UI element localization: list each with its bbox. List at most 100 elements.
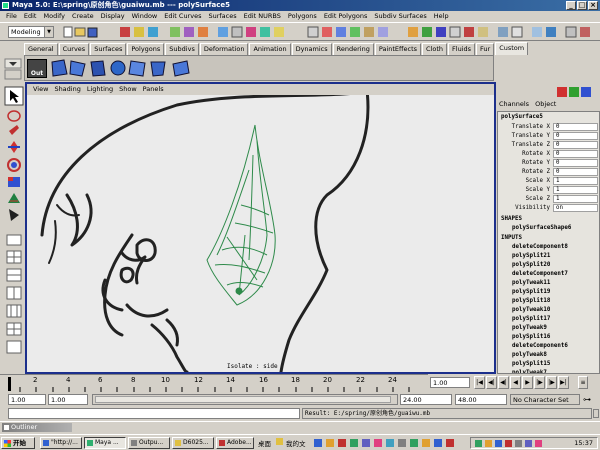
viewport-canvas[interactable] — [27, 95, 494, 372]
my-documents-label[interactable]: 我的文 — [286, 438, 306, 448]
play-forwards-button[interactable]: ▶ — [522, 376, 533, 389]
input-node[interactable]: polySplit20 — [512, 262, 550, 268]
taskbar-item-output[interactable]: Outpu... — [128, 437, 170, 449]
input-node[interactable]: polySplit18 — [512, 298, 550, 304]
channel-scale-x[interactable]: Scale X1 — [498, 177, 599, 186]
channel-scale-z[interactable]: Scale Z1 — [498, 195, 599, 204]
viewport-menu-panels[interactable]: Panels — [140, 84, 167, 95]
shelf-button-out[interactable]: Out — [27, 59, 47, 78]
menu-file[interactable]: File — [3, 11, 21, 22]
tab-custom[interactable]: Custom — [495, 42, 529, 55]
channel-box-toolbar-icons[interactable] — [497, 86, 600, 99]
channel-scale-y[interactable]: Scale Y1 — [498, 186, 599, 195]
playback-start-field[interactable]: 1.00 — [48, 394, 88, 405]
channel-translate-y[interactable]: Translate Y0 — [498, 132, 599, 141]
menu-edit-polygons[interactable]: Edit Polygons — [321, 11, 372, 22]
step-back-key-button[interactable]: ◀| — [486, 376, 497, 389]
tab-painteffects[interactable]: PaintEffects — [374, 43, 422, 55]
tab-curves[interactable]: Curves — [58, 43, 90, 55]
time-slider[interactable]: 2 4 6 8 10 12 14 16 18 20 22 24 — [0, 374, 428, 392]
menu-polygons[interactable]: Polygons — [285, 11, 321, 22]
menu-window[interactable]: Window — [129, 11, 162, 22]
viewport-menu-show[interactable]: Show — [116, 84, 140, 95]
menu-edit-nurbs[interactable]: Edit NURBS — [241, 11, 285, 22]
channel-visibility[interactable]: Visibility on — [498, 204, 599, 213]
input-node[interactable]: polySplit17 — [512, 316, 550, 322]
channel-value[interactable]: 1 — [553, 177, 598, 185]
script-editor-button[interactable] — [593, 409, 599, 418]
channel-value[interactable]: 0 — [553, 150, 598, 158]
step-forward-frame-button[interactable]: |▶ — [534, 376, 545, 389]
play-backwards-button[interactable]: ◀ — [510, 376, 521, 389]
tray-icons[interactable] — [473, 439, 563, 449]
start-button[interactable]: 开始 — [1, 437, 35, 449]
menu-edit-curves[interactable]: Edit Curves — [161, 11, 205, 22]
channel-value[interactable]: on — [553, 204, 598, 212]
tab-dynamics[interactable]: Dynamics — [291, 43, 332, 55]
channel-value[interactable]: 1 — [553, 186, 598, 194]
status-line-icons[interactable] — [58, 25, 598, 41]
playback-end-field[interactable]: 24.00 — [400, 394, 452, 405]
channel-value[interactable]: 0 — [553, 168, 598, 176]
input-node[interactable]: polyTweak11 — [512, 280, 550, 286]
input-node[interactable]: polySplit19 — [512, 289, 550, 295]
go-to-start-button[interactable]: |◀ — [474, 376, 485, 389]
tool-box-icons[interactable] — [4, 85, 24, 365]
custom-shelf-icons[interactable] — [49, 58, 199, 80]
input-node[interactable]: polyTweak9 — [512, 325, 547, 331]
channel-rotate-x[interactable]: Rotate X0 — [498, 150, 599, 159]
object-name[interactable]: polySurface5 — [501, 114, 543, 120]
maximize-button[interactable]: □ — [577, 1, 587, 10]
tab-animation[interactable]: Animation — [249, 43, 291, 55]
viewport-menu-lighting[interactable]: Lighting — [84, 84, 116, 95]
menu-surfaces[interactable]: Surfaces — [205, 11, 240, 22]
channel-value[interactable]: 0 — [553, 159, 598, 167]
input-node[interactable]: polyTweak8 — [512, 352, 547, 358]
viewport-menu-view[interactable]: View — [30, 84, 51, 95]
tab-polygons[interactable]: Polygons — [127, 43, 165, 55]
mode-select[interactable]: Modeling ▼ — [8, 26, 54, 38]
key-icon[interactable]: ⊶ — [583, 395, 591, 404]
shape-node[interactable]: polySurfaceShape6 — [512, 225, 571, 231]
channel-rotate-y[interactable]: Rotate Y0 — [498, 159, 599, 168]
range-slider[interactable] — [92, 394, 398, 405]
channel-translate-x[interactable]: Translate X0 — [498, 123, 599, 132]
menu-display[interactable]: Display — [98, 11, 129, 22]
input-node[interactable]: polyTweak7 — [512, 370, 547, 373]
tab-surfaces[interactable]: Surfaces — [90, 43, 127, 55]
character-set-select[interactable]: No Character Set — [510, 394, 580, 405]
taskbar-item-folder[interactable]: D6025... — [172, 437, 214, 449]
menu-modify[interactable]: Modify — [40, 11, 69, 22]
viewport-panel[interactable]: View Shading Lighting Show Panels Isolat… — [25, 82, 496, 374]
current-frame-field[interactable]: 1.00 — [430, 377, 470, 388]
animation-preferences-icon[interactable]: ≡ — [578, 376, 588, 389]
taskbar-clock[interactable]: 15:37 — [574, 438, 593, 448]
quick-launch-icons[interactable] — [312, 437, 467, 449]
desktop-toolbar-label[interactable]: 桌面 — [258, 438, 271, 448]
shelf-menu-icon[interactable] — [3, 57, 23, 81]
object-menu[interactable]: Object — [535, 100, 556, 108]
menu-help[interactable]: Help — [431, 11, 453, 22]
input-node[interactable]: deleteComponent8 — [512, 244, 568, 250]
input-node[interactable]: deleteComponent7 — [512, 271, 568, 277]
step-forward-key-button[interactable]: |▶ — [546, 376, 557, 389]
channel-value[interactable]: 0 — [553, 141, 598, 149]
taskbar-item-adobe[interactable]: Adobe... — [216, 437, 254, 449]
menu-create[interactable]: Create — [69, 11, 98, 22]
command-input[interactable] — [8, 408, 300, 419]
range-slider-handle[interactable] — [95, 396, 391, 403]
input-node[interactable]: polySplit21 — [512, 253, 550, 259]
tab-fluids[interactable]: Fluids — [448, 43, 476, 55]
menu-subdiv-surfaces[interactable]: Subdiv Surfaces — [371, 11, 430, 22]
step-back-frame-button[interactable]: ◀| — [498, 376, 509, 389]
tab-deformation[interactable]: Deformation — [199, 43, 249, 55]
outliner-title-bar[interactable]: Outliner — [2, 423, 72, 432]
input-node[interactable]: polyTweak10 — [512, 307, 550, 313]
menu-edit[interactable]: Edit — [21, 11, 41, 22]
input-node[interactable]: polySplit16 — [512, 334, 550, 340]
tab-cloth[interactable]: Cloth — [422, 43, 448, 55]
tab-rendering[interactable]: Rendering — [332, 43, 374, 55]
start-time-field[interactable]: 1.00 — [8, 394, 46, 405]
tab-subdivs[interactable]: Subdivs — [165, 43, 199, 55]
tab-general[interactable]: General — [24, 43, 58, 55]
